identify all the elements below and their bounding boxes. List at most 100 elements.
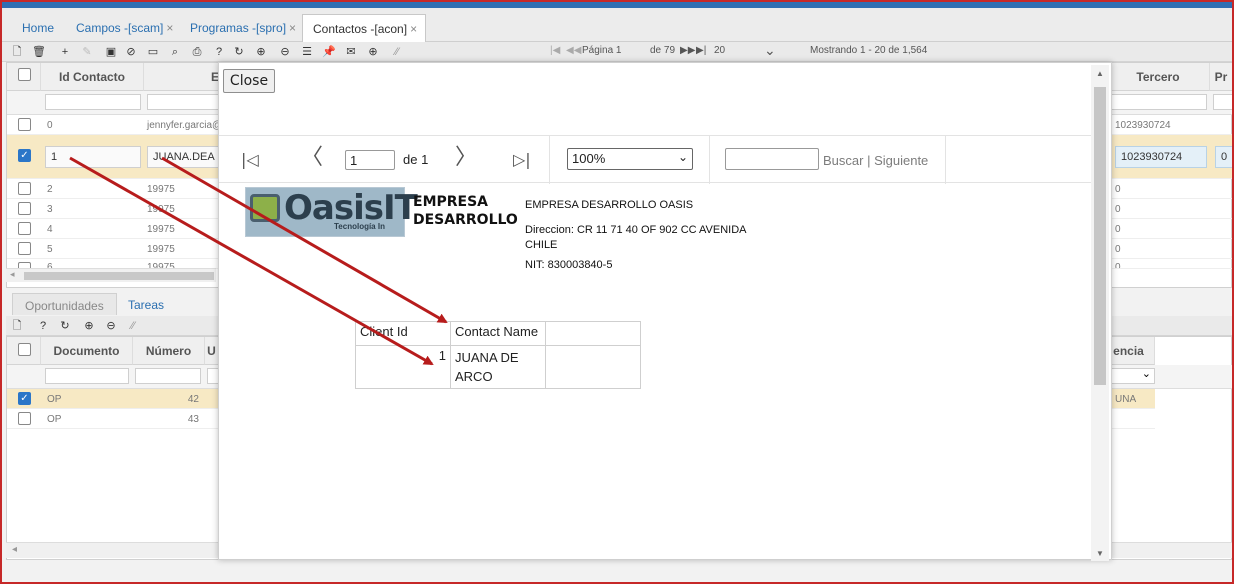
row-checkbox[interactable] <box>18 118 31 131</box>
zoom-out-icon[interactable]: ⊖ <box>104 319 118 333</box>
tab-home[interactable]: Home <box>12 14 64 42</box>
zoom-out-icon[interactable]: ⊖ <box>278 45 292 59</box>
search-links: Buscar | Siguiente <box>823 153 928 168</box>
filter-documento-input[interactable] <box>45 368 129 384</box>
filter-urgencia-select[interactable]: ⌄ <box>1111 368 1155 384</box>
row-checkbox[interactable] <box>18 412 31 425</box>
tab-campos[interactable]: Campos -[scam] × <box>66 14 183 42</box>
chevron-down-icon: ⌄ <box>677 150 688 164</box>
resize-icon[interactable]: ⁄⁄ <box>126 319 140 333</box>
toolbar-divider <box>945 136 946 184</box>
pager-next-button[interactable]: ▶▶ <box>680 45 695 56</box>
search-input[interactable] <box>725 148 819 170</box>
scroll-thumb[interactable] <box>1094 87 1106 385</box>
filter-numero-input[interactable] <box>135 368 201 384</box>
prev-page-icon[interactable]: 〈 <box>301 146 323 170</box>
header-id-contacto[interactable]: Id Contacto <box>41 63 144 91</box>
row-checkbox[interactable] <box>18 202 31 215</box>
horizontal-scrollbar[interactable]: ◂ <box>6 268 216 282</box>
edit-name-field[interactable]: JUANA.DEA <box>147 146 221 168</box>
filter-pr-input[interactable] <box>1213 94 1232 110</box>
row-checkbox-checked[interactable]: ✓ <box>18 149 31 162</box>
refresh-icon[interactable]: ↻ <box>232 45 246 59</box>
main-tabs: Home Campos -[scam] × Programas -[spro] × … <box>2 8 1232 42</box>
add-icon[interactable]: + <box>58 45 72 59</box>
save-icon[interactable]: ▣ <box>104 45 118 59</box>
pager-page-label: Página 1 <box>582 45 622 56</box>
refresh-icon[interactable]: ↻ <box>58 319 72 333</box>
chevron-down-icon[interactable]: ⌄ <box>764 42 776 59</box>
print-icon[interactable]: ⎙ <box>190 45 204 59</box>
scroll-up-icon[interactable]: ▲ <box>1096 69 1104 78</box>
edit-id-field[interactable]: 1 <box>45 146 141 168</box>
edit-tercero-field[interactable]: 1023930724 <box>1115 146 1207 168</box>
row-checkbox[interactable] <box>18 182 31 195</box>
next-link[interactable]: Siguiente <box>874 153 928 168</box>
header-pr[interactable]: Pr <box>1210 63 1232 91</box>
zoom-in-icon[interactable]: ⊕ <box>254 45 268 59</box>
close-icon[interactable]: × <box>410 22 417 36</box>
close-icon[interactable]: × <box>166 21 173 35</box>
comment-icon[interactable]: ☰ <box>300 45 314 59</box>
scroll-left-icon[interactable]: ◂ <box>12 544 17 555</box>
tab-contactos[interactable]: Contactos -[acon] × <box>302 14 426 42</box>
new-icon[interactable]: 🗋 <box>10 319 24 333</box>
report-table-header: Client Id Contact Name <box>355 321 641 346</box>
select-all-checkbox[interactable] <box>18 68 31 81</box>
first-page-icon[interactable]: |◁ <box>241 148 259 172</box>
toolbar-divider <box>549 136 550 184</box>
row-checkbox-checked[interactable]: ✓ <box>18 392 31 405</box>
vertical-scrollbar[interactable]: ▲ ▼ <box>1091 65 1109 561</box>
company-name: EMPRESA DESARROLLO OASIS <box>525 199 694 211</box>
help-icon[interactable]: ? <box>212 45 226 59</box>
header-email[interactable]: E <box>144 63 224 91</box>
row-checkbox[interactable] <box>18 222 31 235</box>
header-u[interactable]: U <box>205 337 219 365</box>
zoom-select[interactable]: 100% ⌄ <box>567 148 693 170</box>
pager-first-button[interactable]: |◀ <box>550 45 560 56</box>
page-number-input[interactable]: 1 <box>345 150 395 170</box>
scroll-thumb[interactable] <box>24 272 214 280</box>
cell-email: 19975 <box>147 204 175 215</box>
cell-contact-name: JUANA DE ARCO <box>450 345 546 389</box>
close-icon[interactable]: × <box>289 21 296 35</box>
row-checkbox[interactable] <box>18 242 31 255</box>
cell-email: jennyfer.garcia@ <box>147 120 223 131</box>
new-icon[interactable]: 🗋 <box>10 45 24 59</box>
cell-numero: 42 <box>187 394 199 405</box>
report-table: Client Id Contact Name 1 JUANA DE ARCO <box>355 321 641 389</box>
page-size-select[interactable]: 20 <box>714 45 725 56</box>
next-page-icon[interactable]: 〉 <box>455 146 477 170</box>
pager-prev-button[interactable]: ◀◀ <box>566 45 581 56</box>
filter-tercero-input[interactable] <box>1111 94 1207 110</box>
tab-tareas[interactable]: Tareas <box>116 293 176 315</box>
scroll-left-icon[interactable]: ◂ <box>10 269 15 280</box>
search-icon[interactable]: ⌕ <box>168 45 182 59</box>
cancel-icon[interactable]: ⊘ <box>124 45 138 59</box>
filter-id-input[interactable] <box>45 94 141 110</box>
cell-email: 19975 <box>147 244 175 255</box>
last-page-icon[interactable]: ▷| <box>513 148 531 172</box>
search-link[interactable]: Buscar <box>823 153 863 168</box>
header-numero[interactable]: Número <box>133 337 205 365</box>
close-button[interactable]: Close <box>223 69 275 93</box>
select-all-checkbox[interactable] <box>18 343 31 356</box>
header-tercero[interactable]: Tercero <box>1107 63 1210 91</box>
pin-icon[interactable]: 📌 <box>322 45 336 59</box>
mail-icon[interactable]: ✉ <box>344 45 358 59</box>
delete-icon[interactable]: 🗑 <box>32 45 46 59</box>
filter-email-input[interactable] <box>147 94 221 110</box>
help-icon[interactable]: ? <box>36 319 50 333</box>
header-documento[interactable]: Documento <box>41 337 133 365</box>
tab-oportunidades[interactable]: Oportunidades <box>12 293 117 315</box>
clear-icon[interactable]: ▭ <box>146 45 160 59</box>
zoom-in-icon[interactable]: ⊕ <box>82 319 96 333</box>
pager-last-button[interactable]: ▶| <box>696 45 706 56</box>
resize-icon[interactable]: ⁄⁄ <box>390 45 404 59</box>
plus-circle-icon[interactable]: ⊕ <box>366 45 380 59</box>
cell-empty <box>545 345 641 389</box>
edit-pr-field[interactable]: 0 <box>1215 146 1232 168</box>
tab-programas[interactable]: Programas -[spro] × <box>180 14 306 42</box>
edit-icon[interactable]: ✎ <box>80 45 94 59</box>
scroll-down-icon[interactable]: ▼ <box>1096 549 1104 558</box>
